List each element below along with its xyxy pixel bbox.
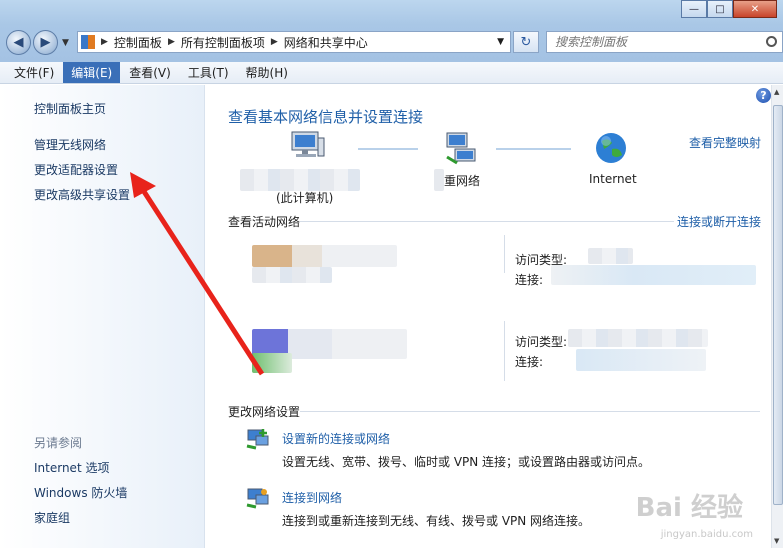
- search-input[interactable]: [547, 35, 757, 49]
- sidebar: 控制面板主页 管理无线网络 更改适配器设置 更改高级共享设置 另请参阅 Inte…: [0, 85, 205, 548]
- redacted-computer-name: [240, 169, 360, 191]
- scroll-thumb[interactable]: [773, 105, 783, 505]
- divider: [300, 221, 674, 222]
- sidebar-internet-options[interactable]: Internet 选项: [34, 459, 109, 476]
- page-title: 查看基本网络信息并设置连接: [228, 108, 424, 126]
- breadcrumb-all-items[interactable]: 所有控制面板项: [181, 34, 265, 51]
- network-label: 重网络: [444, 174, 481, 188]
- search-box[interactable]: [546, 31, 783, 53]
- refresh-button[interactable]: ↻: [513, 31, 539, 53]
- scroll-down-icon[interactable]: ▼: [774, 537, 779, 545]
- change-network-settings-label: 更改网络设置: [228, 405, 301, 419]
- breadcrumb-network-center[interactable]: 网络和共享中心: [284, 34, 368, 51]
- connection-line: [496, 148, 571, 150]
- main-content: ? 查看基本网络信息并设置连接 查看完整映射 (此计算机) 重网络 Intern…: [206, 85, 771, 548]
- watermark-logo: Bai 经验: [635, 493, 743, 523]
- new-connection-icon: [246, 429, 269, 450]
- network-1-access-type-redacted: [588, 248, 633, 264]
- network-1-icon-redacted: [252, 245, 397, 267]
- internet-label: Internet: [589, 172, 637, 186]
- menu-view[interactable]: 查看(V): [121, 62, 179, 83]
- network-icon[interactable]: [443, 131, 479, 165]
- network-1-connection-label: 连接:: [515, 273, 544, 287]
- scroll-up-icon[interactable]: ▲: [774, 88, 779, 96]
- task-new-connection-link[interactable]: 设置新的连接或网络: [282, 430, 390, 447]
- computer-icon[interactable]: [288, 130, 328, 164]
- connect-disconnect-link[interactable]: 连接或断开连接: [677, 213, 761, 230]
- divider: [300, 411, 760, 412]
- vertical-scrollbar[interactable]: ▲ ▼: [771, 85, 783, 548]
- menu-bar: 文件(F) 编辑(E) 查看(V) 工具(T) 帮助(H): [0, 62, 783, 84]
- divider: [504, 321, 505, 381]
- network-1-name-redacted: [252, 267, 332, 283]
- network-2-access-type-label: 访问类型:: [515, 335, 568, 349]
- network-2-access-type-redacted: [568, 329, 708, 347]
- sidebar-change-adapter-settings[interactable]: 更改适配器设置: [34, 161, 118, 178]
- maximize-button[interactable]: □: [707, 0, 733, 18]
- control-panel-icon: [81, 35, 95, 49]
- sidebar-manage-wireless[interactable]: 管理无线网络: [34, 136, 106, 153]
- chevron-right-icon[interactable]: ▶: [101, 37, 108, 47]
- divider: [504, 235, 505, 273]
- search-icon[interactable]: [766, 36, 777, 47]
- task-connect-to-network-link[interactable]: 连接到网络: [282, 489, 342, 506]
- network-2-connection-label: 连接:: [515, 355, 544, 369]
- history-dropdown-icon[interactable]: ▼: [62, 38, 69, 48]
- sidebar-advanced-sharing[interactable]: 更改高级共享设置: [34, 186, 130, 203]
- network-2-name-redacted: [252, 353, 292, 373]
- globe-icon[interactable]: [594, 131, 628, 165]
- task-connect-to-network-desc: 连接到或重新连接到无线、有线、拨号或 VPN 网络连接。: [282, 514, 591, 528]
- chevron-right-icon[interactable]: ▶: [271, 37, 278, 47]
- network-2-connection-redacted[interactable]: [576, 349, 706, 371]
- close-button[interactable]: ✕: [733, 0, 777, 18]
- back-button[interactable]: ◀: [6, 30, 31, 55]
- task-new-connection-desc: 设置无线、宽带、拨号、临时或 VPN 连接；或设置路由器或访问点。: [282, 455, 651, 469]
- sidebar-control-panel-home[interactable]: 控制面板主页: [34, 100, 106, 117]
- refresh-icon: ↻: [520, 34, 532, 50]
- menu-help[interactable]: 帮助(H): [238, 62, 296, 83]
- see-also-heading: 另请参阅: [34, 436, 83, 450]
- redacted-network-name: [434, 169, 444, 191]
- chevron-right-icon[interactable]: ▶: [168, 37, 175, 47]
- address-bar[interactable]: ▶ 控制面板 ▶ 所有控制面板项 ▶ 网络和共享中心 ▼: [77, 31, 511, 53]
- window-controls: — □ ✕: [681, 0, 777, 18]
- navigation-buttons: ◀ ▶ ▼: [6, 30, 69, 55]
- sidebar-homegroup[interactable]: 家庭组: [34, 509, 70, 526]
- back-arrow-icon: ◀: [13, 35, 24, 50]
- active-networks-label: 查看活动网络: [228, 215, 301, 229]
- connection-line: [358, 148, 418, 150]
- sidebar-windows-firewall[interactable]: Windows 防火墙: [34, 484, 127, 501]
- network-1-connection-redacted[interactable]: [551, 265, 756, 285]
- minimize-button[interactable]: —: [681, 0, 707, 18]
- help-icon[interactable]: ?: [756, 88, 771, 103]
- view-full-map-link[interactable]: 查看完整映射: [689, 134, 761, 151]
- menu-file[interactable]: 文件(F): [6, 62, 62, 83]
- this-computer-label: (此计算机): [276, 191, 334, 205]
- menu-edit[interactable]: 编辑(E): [63, 62, 121, 83]
- breadcrumb-control-panel[interactable]: 控制面板: [114, 34, 162, 51]
- connect-to-network-icon: [246, 488, 269, 509]
- address-dropdown-icon[interactable]: ▼: [497, 37, 504, 47]
- window-titlebar: — □ ✕ ◀ ▶ ▼ ▶ 控制面板 ▶ 所有控制面板项 ▶ 网络和共享中心 ▼ ↻: [0, 0, 783, 62]
- forward-button[interactable]: ▶: [33, 30, 58, 55]
- menu-tools[interactable]: 工具(T): [180, 62, 237, 83]
- forward-arrow-icon: ▶: [40, 35, 51, 50]
- watermark-url: jingyan.baidu.com: [660, 529, 753, 540]
